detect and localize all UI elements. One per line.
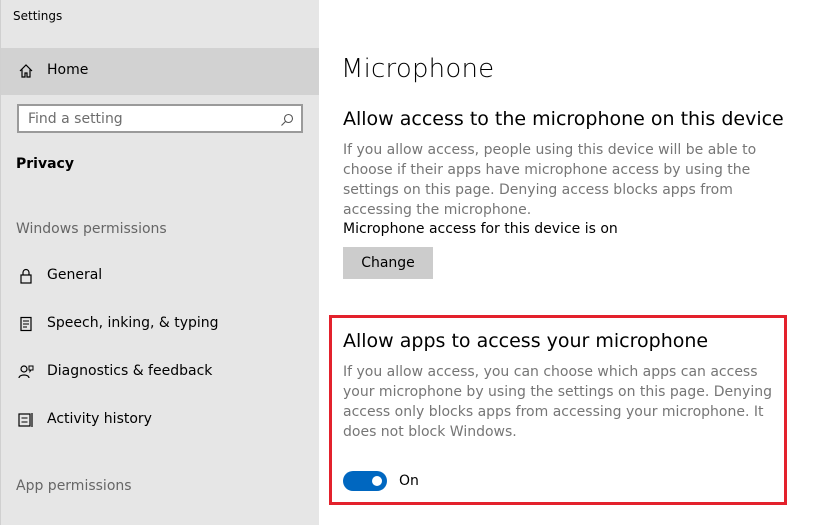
sidebar-item-label: Speech, inking, & typing bbox=[47, 315, 219, 331]
group-label-windows-permissions: Windows permissions bbox=[16, 221, 167, 237]
search-placeholder: Find a setting bbox=[28, 111, 123, 127]
sidebar-item-speech[interactable]: Speech, inking, & typing bbox=[1, 303, 319, 347]
person-feedback-icon bbox=[17, 363, 35, 381]
search-input[interactable]: Find a setting bbox=[17, 104, 303, 133]
app-access-description: If you allow access, you can choose whic… bbox=[343, 364, 772, 440]
sidebar-item-label: Diagnostics & feedback bbox=[47, 363, 213, 379]
sidebar-item-activity-history[interactable]: Activity history bbox=[1, 399, 319, 443]
sidebar-item-general[interactable]: General bbox=[1, 255, 319, 299]
main-content: Microphone Allow access to the microphon… bbox=[319, 0, 831, 525]
device-access-heading: Allow access to the microphone on this d… bbox=[343, 108, 784, 130]
change-button[interactable]: Change bbox=[343, 247, 433, 279]
sidebar-item-label: Activity history bbox=[47, 411, 152, 427]
document-icon bbox=[17, 315, 35, 333]
app-access-heading: Allow apps to access your microphone bbox=[343, 330, 709, 352]
sidebar-item-diagnostics[interactable]: Diagnostics & feedback bbox=[1, 351, 319, 395]
device-access-status: Microphone access for this device is on bbox=[343, 221, 618, 237]
sidebar-item-label: Home bbox=[47, 62, 89, 78]
home-icon bbox=[18, 63, 34, 79]
search-icon[interactable] bbox=[280, 112, 294, 126]
sidebar: Settings Home Find a setting Privacy Win… bbox=[0, 0, 319, 525]
activity-history-icon bbox=[17, 411, 35, 429]
group-label-app-permissions: App permissions bbox=[16, 478, 132, 494]
page-title: Microphone bbox=[341, 54, 495, 84]
toggle-knob bbox=[372, 476, 382, 486]
section-title: Privacy bbox=[16, 156, 74, 172]
microphone-access-toggle[interactable] bbox=[343, 471, 387, 491]
lock-icon bbox=[17, 267, 35, 285]
sidebar-item-home[interactable]: Home bbox=[1, 48, 319, 95]
device-access-description: If you allow access, people using this d… bbox=[343, 142, 757, 218]
window-title: Settings bbox=[13, 9, 63, 23]
toggle-state-label: On bbox=[399, 473, 419, 489]
sidebar-item-label: General bbox=[47, 267, 103, 283]
